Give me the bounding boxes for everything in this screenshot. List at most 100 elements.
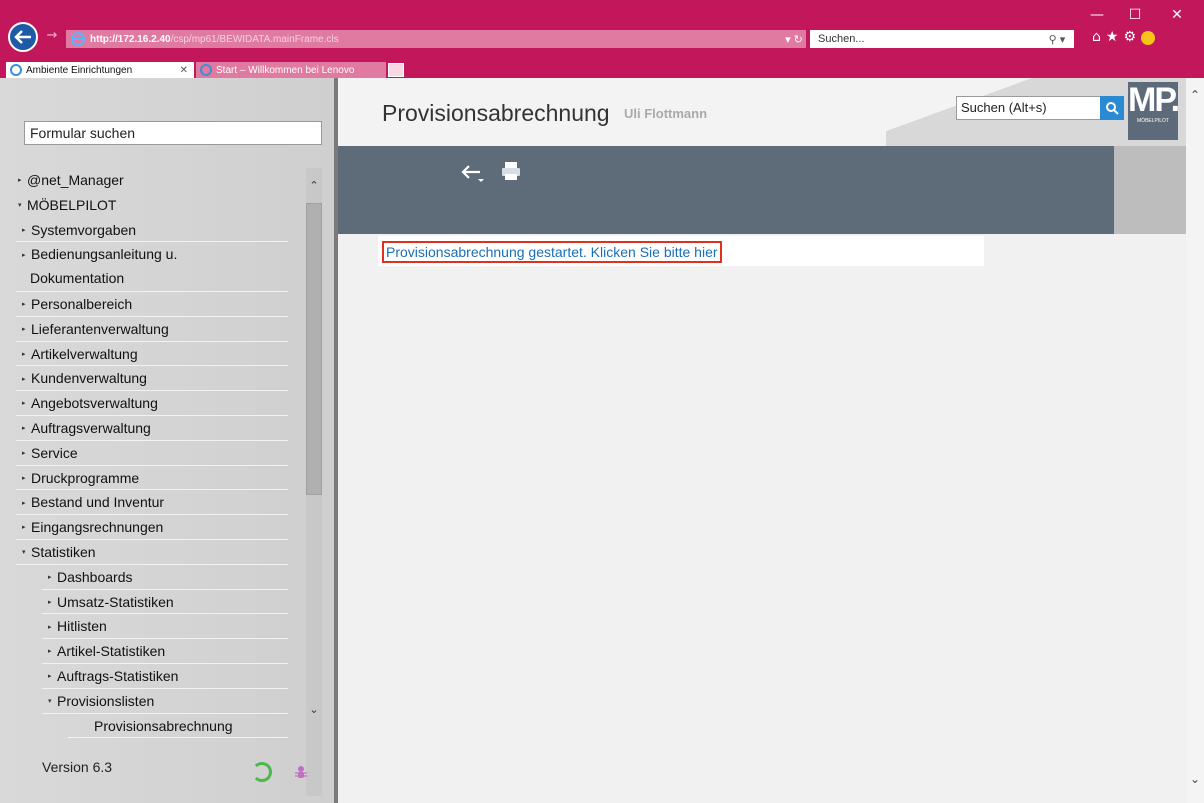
star-icon[interactable]: ★ (1106, 29, 1119, 45)
collapsed-arrow-icon: ▸ (22, 474, 26, 482)
version-label: Version 6.3 (42, 759, 113, 775)
refresh-icon[interactable] (252, 762, 272, 782)
expanded-arrow-icon: ▾ (18, 202, 22, 210)
url-host: http://172.16.2.40 (90, 33, 171, 45)
collapsed-arrow-icon: ▸ (22, 499, 26, 507)
collapsed-arrow-icon: ▸ (48, 598, 52, 606)
close-window-button[interactable]: ✕ (1160, 2, 1194, 28)
tree-item[interactable]: ▸ Kundenverwaltung (22, 366, 147, 390)
tree-separator (68, 737, 288, 739)
collapsed-arrow-icon: ▸ (22, 425, 26, 433)
address-bar[interactable]: http://172.16.2.40 /csp/mp61/BEWIDATA.ma… (66, 30, 806, 48)
tree-item-label: Auftrags-Statistiken (57, 668, 179, 684)
collapsed-arrow-icon: ▸ (48, 673, 52, 681)
tree-item[interactable]: ▸ Dashboards (48, 565, 133, 589)
tree-item[interactable]: ▾ MÖBELPILOT (18, 193, 116, 217)
new-tab-button[interactable] (388, 63, 404, 77)
home-icon[interactable]: ⌂ (1092, 29, 1101, 45)
tree-item[interactable]: ▸ Angebotsverwaltung (22, 391, 158, 415)
collapsed-arrow-icon: ▸ (18, 177, 22, 185)
tab-label: Start – Willkommen bei Lenovo (216, 64, 355, 76)
gear-icon[interactable]: ⚙ (1123, 29, 1136, 45)
main-scrollbar[interactable]: ⌃ ⌄ (1186, 78, 1204, 803)
tree-item[interactable]: ▸ Service (22, 441, 78, 465)
provision-started-link[interactable]: Provisionsabrechnung gestartet. Klicken … (382, 241, 722, 263)
tree-item[interactable]: ▾ Provisionslisten (48, 689, 154, 713)
browser-search-input[interactable]: Suchen... (810, 30, 1074, 48)
tree-item[interactable]: ▸ @net_Manager (18, 168, 124, 192)
print-icon[interactable] (500, 160, 522, 182)
collapsed-arrow-icon: ▸ (22, 450, 26, 458)
tree-item-label: Hitlisten (57, 618, 107, 635)
browser-back-button[interactable] (8, 22, 38, 52)
ie-icon (10, 64, 22, 76)
tree-item-label-continued[interactable]: Dokumentation (30, 266, 124, 290)
tree-item[interactable]: ▸ Bedienungsanleitung u. (22, 242, 177, 266)
tree-item[interactable]: ▸ Hitlisten (48, 614, 107, 638)
collapsed-arrow-icon: ▸ (22, 524, 26, 532)
browser-toolbar-icons: ⌂ ★ ⚙ (1092, 29, 1156, 45)
quick-search-input[interactable]: Suchen (Alt+s) (956, 96, 1102, 120)
action-toolbar (338, 146, 1114, 234)
tree-item-label: Eingangsrechnungen (31, 519, 164, 536)
tree-item-label: Systemvorgaben (31, 221, 137, 238)
form-search-input[interactable]: Formular suchen (24, 121, 322, 145)
refresh-dropdown-icon[interactable]: ▾ ↻ (780, 30, 808, 48)
back-arrow-icon[interactable] (460, 160, 486, 186)
quick-search-button[interactable] (1100, 96, 1124, 120)
tree-item-label: Druckprogramme (31, 469, 140, 486)
close-tab-icon[interactable]: ✕ (180, 65, 188, 76)
tree-item-label: Artikel-Statistiken (57, 643, 166, 660)
tab-ambiente[interactable]: Ambiente Einrichtungen ✕ (6, 62, 194, 78)
tree-item-label: Provisionsabrechnung (94, 717, 233, 734)
tree-item-label: Umsatz-Statistiken (57, 593, 174, 610)
main-content: Provisionsabrechnung Uli Flottmann Suche… (338, 78, 1186, 803)
tab-lenovo[interactable]: Start – Willkommen bei Lenovo (196, 62, 386, 78)
toolbar-side-panel (1114, 146, 1186, 234)
tree-item-label: Dashboards (57, 568, 133, 585)
back-arrow-icon (14, 30, 31, 44)
tree-item-label: Service (31, 444, 78, 461)
tree-item-label: Artikelverwaltung (31, 345, 138, 362)
scroll-up-icon[interactable]: ⌃ (306, 178, 322, 194)
tree-item[interactable]: ▸ Druckprogramme (22, 466, 139, 490)
search-icon[interactable]: ⚲ ▾ (1040, 30, 1074, 48)
page-header: Provisionsabrechnung Uli Flottmann Suche… (338, 78, 1186, 146)
collapsed-arrow-icon: ▸ (22, 251, 26, 259)
tree-item-label: Bestand und Inventur (31, 494, 165, 511)
scroll-up-icon[interactable]: ⌃ (1186, 86, 1204, 104)
search-icon (1106, 102, 1119, 115)
tree-item[interactable]: ▸ Personalbereich (22, 292, 132, 316)
tree-item-label: Provisionslisten (57, 692, 155, 709)
tree-item[interactable]: ▾ Statistiken (22, 540, 96, 564)
browser-forward-button[interactable]: → (44, 28, 60, 44)
ie-icon (71, 32, 85, 46)
collapsed-arrow-icon: ▸ (22, 350, 26, 358)
smiley-icon[interactable] (1141, 31, 1156, 45)
tree-item[interactable]: ▸ Auftragsverwaltung (22, 416, 151, 440)
maximize-button[interactable]: ☐ (1118, 2, 1152, 28)
ie-icon (200, 64, 212, 76)
browser-titlebar: — ☐ ✕ → http://172.16.2.40 /csp/mp61/BEW… (0, 0, 1204, 62)
tree-item[interactable]: ▸ Eingangsrechnungen (22, 515, 163, 539)
tree-item[interactable]: ▸ Systemvorgaben (22, 218, 136, 242)
tree-item[interactable]: ▸ Auftrags-Statistiken (48, 664, 178, 688)
debug-icon[interactable] (294, 764, 308, 780)
scroll-down-icon[interactable]: ⌄ (306, 702, 322, 718)
collapsed-arrow-icon: ▸ (48, 574, 52, 582)
user-name: Uli Flottmann (624, 106, 708, 121)
tree-item[interactable]: ▸ Artikelverwaltung (22, 342, 138, 366)
minimize-button[interactable]: — (1080, 2, 1114, 28)
tree-item-label: Kundenverwaltung (31, 370, 147, 387)
tree-item[interactable]: ▸ Bestand und Inventur (22, 490, 164, 514)
tree-item[interactable]: Provisionsabrechnung (94, 714, 233, 738)
scroll-down-icon[interactable]: ⌄ (1186, 770, 1204, 788)
page-title: Provisionsabrechnung (382, 100, 610, 126)
tree-item[interactable]: ▸ Umsatz-Statistiken (48, 590, 174, 614)
tree-item[interactable]: ▸ Lieferantenverwaltung (22, 317, 169, 341)
tree-item-label: Lieferantenverwaltung (31, 320, 169, 337)
sidebar-scroll-thumb[interactable] (306, 203, 322, 495)
tree-item[interactable]: ▸ Artikel-Statistiken (48, 639, 165, 663)
tree-item-label: Angebotsverwaltung (31, 395, 158, 412)
url-path: /csp/mp61/BEWIDATA.mainFrame.cls (170, 33, 339, 45)
